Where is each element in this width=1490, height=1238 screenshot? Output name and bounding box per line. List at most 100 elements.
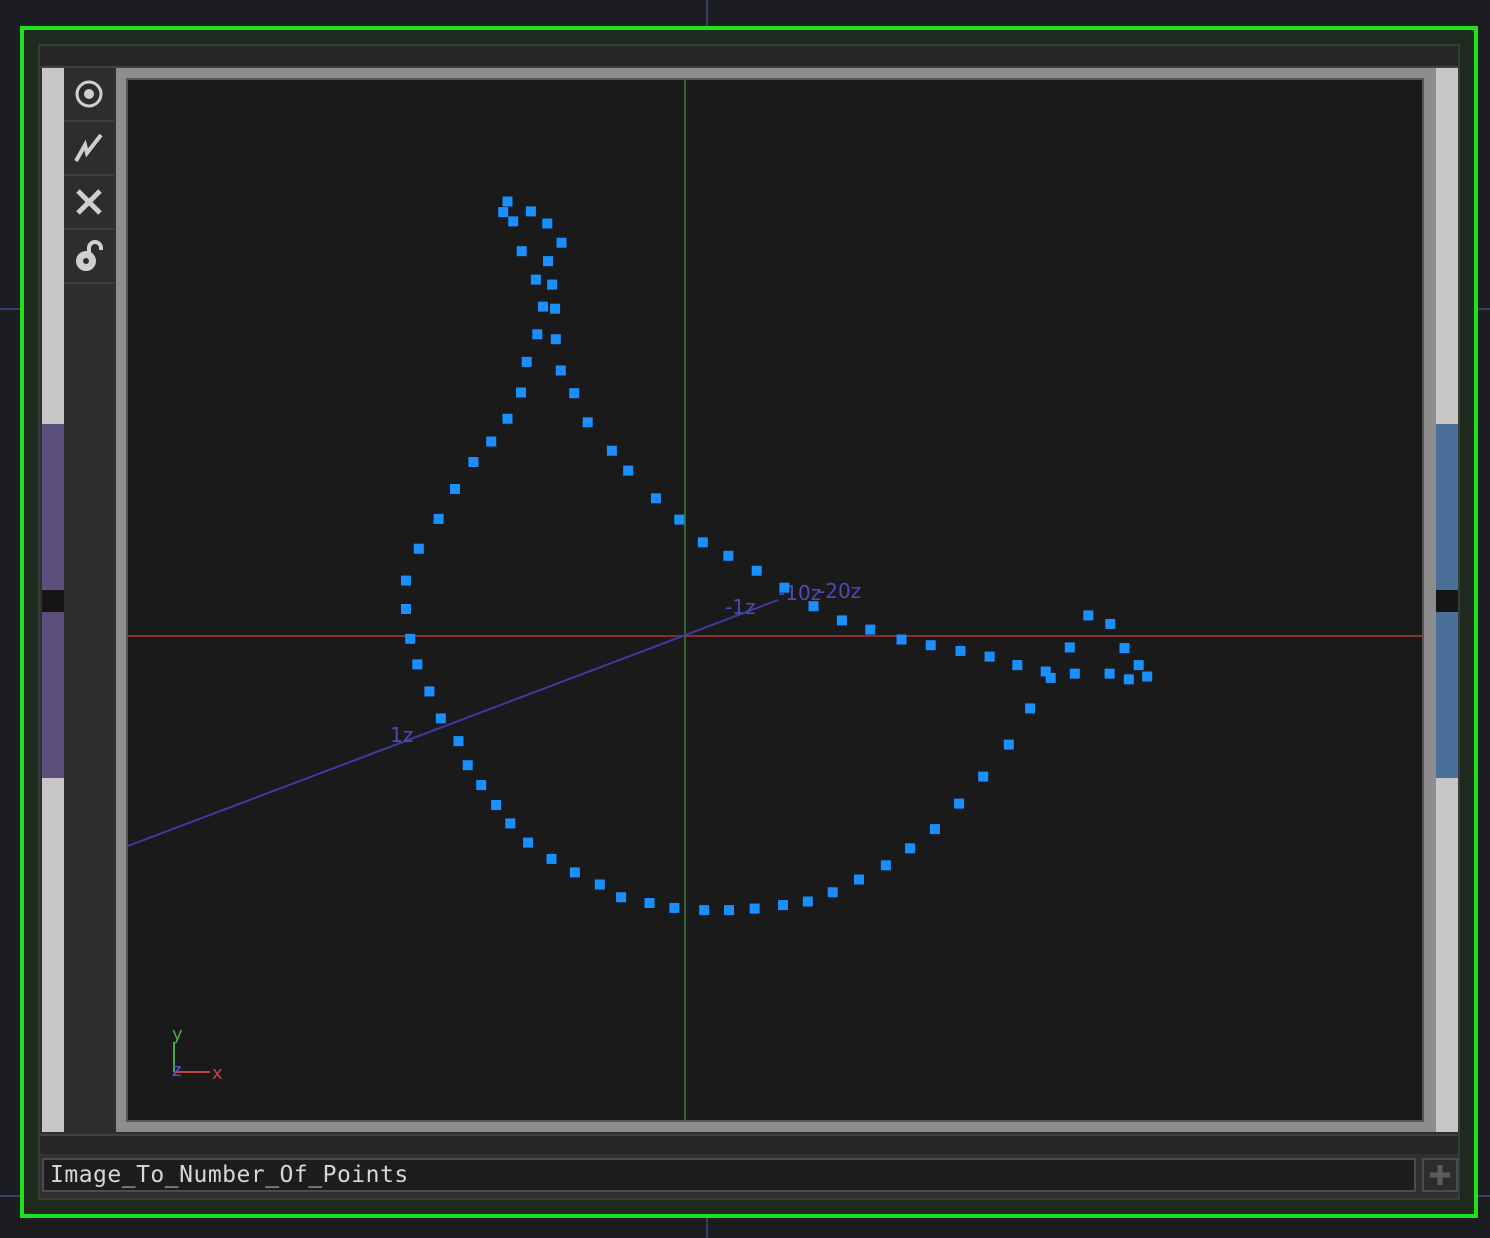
output-connector-2[interactable]	[1436, 612, 1458, 778]
viewport-frame: -1z -10z -20z 1z y x z	[116, 68, 1438, 1132]
target-icon	[75, 80, 103, 108]
point-marker	[955, 645, 966, 656]
point-marker	[623, 465, 634, 476]
point-marker	[523, 837, 534, 848]
z-axis-ticks: -1z -10z -20z 1z	[390, 579, 861, 747]
node-name-field[interactable]: Image_To_Number_Of_Points	[42, 1158, 1416, 1192]
point-marker	[491, 800, 502, 810]
point-marker	[556, 237, 567, 248]
point-marker	[954, 798, 965, 809]
point-marker	[606, 445, 617, 456]
point-marker	[778, 900, 788, 911]
viewport-canvas[interactable]: -1z -10z -20z 1z y x z	[128, 80, 1422, 1120]
point-marker	[405, 633, 416, 644]
point-marker	[468, 457, 479, 467]
node-body: -1z -10z -20z 1z y x z Image_To_Number_O…	[38, 44, 1460, 1200]
point-marker	[929, 824, 940, 835]
close-icon	[76, 189, 102, 215]
input-connector-strip	[42, 68, 64, 1132]
viewer-toolbar	[64, 68, 114, 1132]
sop-node[interactable]: -1z -10z -20z 1z y x z Image_To_Number_O…	[20, 26, 1478, 1218]
point-marker	[450, 484, 460, 494]
point-marker	[516, 246, 527, 257]
point-marker	[1025, 703, 1036, 714]
point-marker	[453, 736, 464, 747]
point-marker	[542, 218, 553, 229]
z-tick-label: 1z	[390, 723, 413, 747]
point-marker	[525, 206, 536, 217]
point-marker	[808, 601, 819, 612]
point-marker	[412, 659, 423, 670]
point-marker	[476, 780, 487, 791]
point-marker	[724, 905, 734, 916]
point-marker	[550, 303, 561, 314]
point-marker	[827, 887, 838, 898]
point-marker	[749, 903, 760, 914]
point-marker	[836, 615, 847, 626]
point-marker	[644, 898, 655, 908]
point-marker	[1104, 668, 1115, 679]
target-button[interactable]	[64, 68, 114, 122]
point-marker	[435, 713, 446, 724]
point-marker	[1003, 739, 1014, 750]
3d-viewport[interactable]: -1z -10z -20z 1z y x z	[126, 78, 1424, 1122]
z-tick-label: -20z	[818, 579, 861, 603]
point-marker	[543, 256, 553, 267]
point-marker	[508, 216, 519, 227]
point-marker	[1040, 666, 1051, 677]
output-connector-strip	[1436, 68, 1458, 1132]
add-button[interactable]	[1422, 1158, 1458, 1192]
point-marker	[532, 329, 543, 340]
z-tick-label: -1z	[725, 595, 755, 619]
input-connector-2[interactable]	[42, 612, 64, 778]
point-marker	[1012, 660, 1023, 671]
point-marker	[502, 196, 513, 207]
point-marker	[546, 853, 557, 864]
input-connector-1[interactable]	[42, 424, 64, 590]
point-marker	[1105, 618, 1116, 629]
gizmo-x-label: x	[212, 1063, 223, 1084]
point-marker	[925, 640, 936, 651]
point-marker	[1142, 671, 1153, 682]
node-bottom-bar	[40, 1134, 1458, 1154]
point-marker	[424, 686, 435, 697]
lock-button[interactable]	[64, 230, 114, 284]
output-connector-1[interactable]	[1436, 424, 1458, 590]
gizmo-y-label: y	[172, 1024, 183, 1045]
plus-icon	[1430, 1165, 1450, 1185]
point-marker	[516, 387, 526, 398]
point-marker	[1119, 643, 1130, 654]
point-marker	[896, 634, 907, 645]
viewer-active-icon	[74, 133, 103, 162]
point-marker	[1083, 610, 1094, 621]
point-marker	[401, 575, 411, 586]
point-marker	[854, 874, 864, 885]
point-marker	[569, 388, 580, 399]
point-marker	[550, 334, 561, 345]
lock-open-icon	[76, 240, 103, 271]
point-marker	[521, 356, 532, 367]
point-marker	[650, 493, 661, 504]
point-cloud	[401, 196, 1153, 916]
point-marker	[1069, 668, 1080, 679]
point-marker	[1123, 674, 1134, 685]
point-marker	[699, 905, 710, 916]
point-marker	[779, 582, 790, 593]
point-marker	[984, 651, 995, 662]
point-marker	[538, 301, 548, 312]
point-marker	[486, 436, 497, 447]
point-marker	[401, 604, 411, 614]
point-marker	[802, 896, 813, 907]
point-marker	[1133, 660, 1144, 671]
viewer-active-button[interactable]	[64, 122, 114, 176]
point-marker	[723, 550, 734, 561]
point-marker	[616, 892, 627, 903]
axis-gizmo: y x z	[172, 1024, 223, 1084]
point-marker	[905, 843, 916, 854]
point-marker	[569, 867, 580, 878]
point-marker	[751, 565, 762, 576]
input-connector-gap	[42, 590, 64, 612]
gizmo-z-label: z	[172, 1060, 181, 1081]
node-top-bar[interactable]	[40, 46, 1458, 68]
close-button[interactable]	[64, 176, 114, 230]
